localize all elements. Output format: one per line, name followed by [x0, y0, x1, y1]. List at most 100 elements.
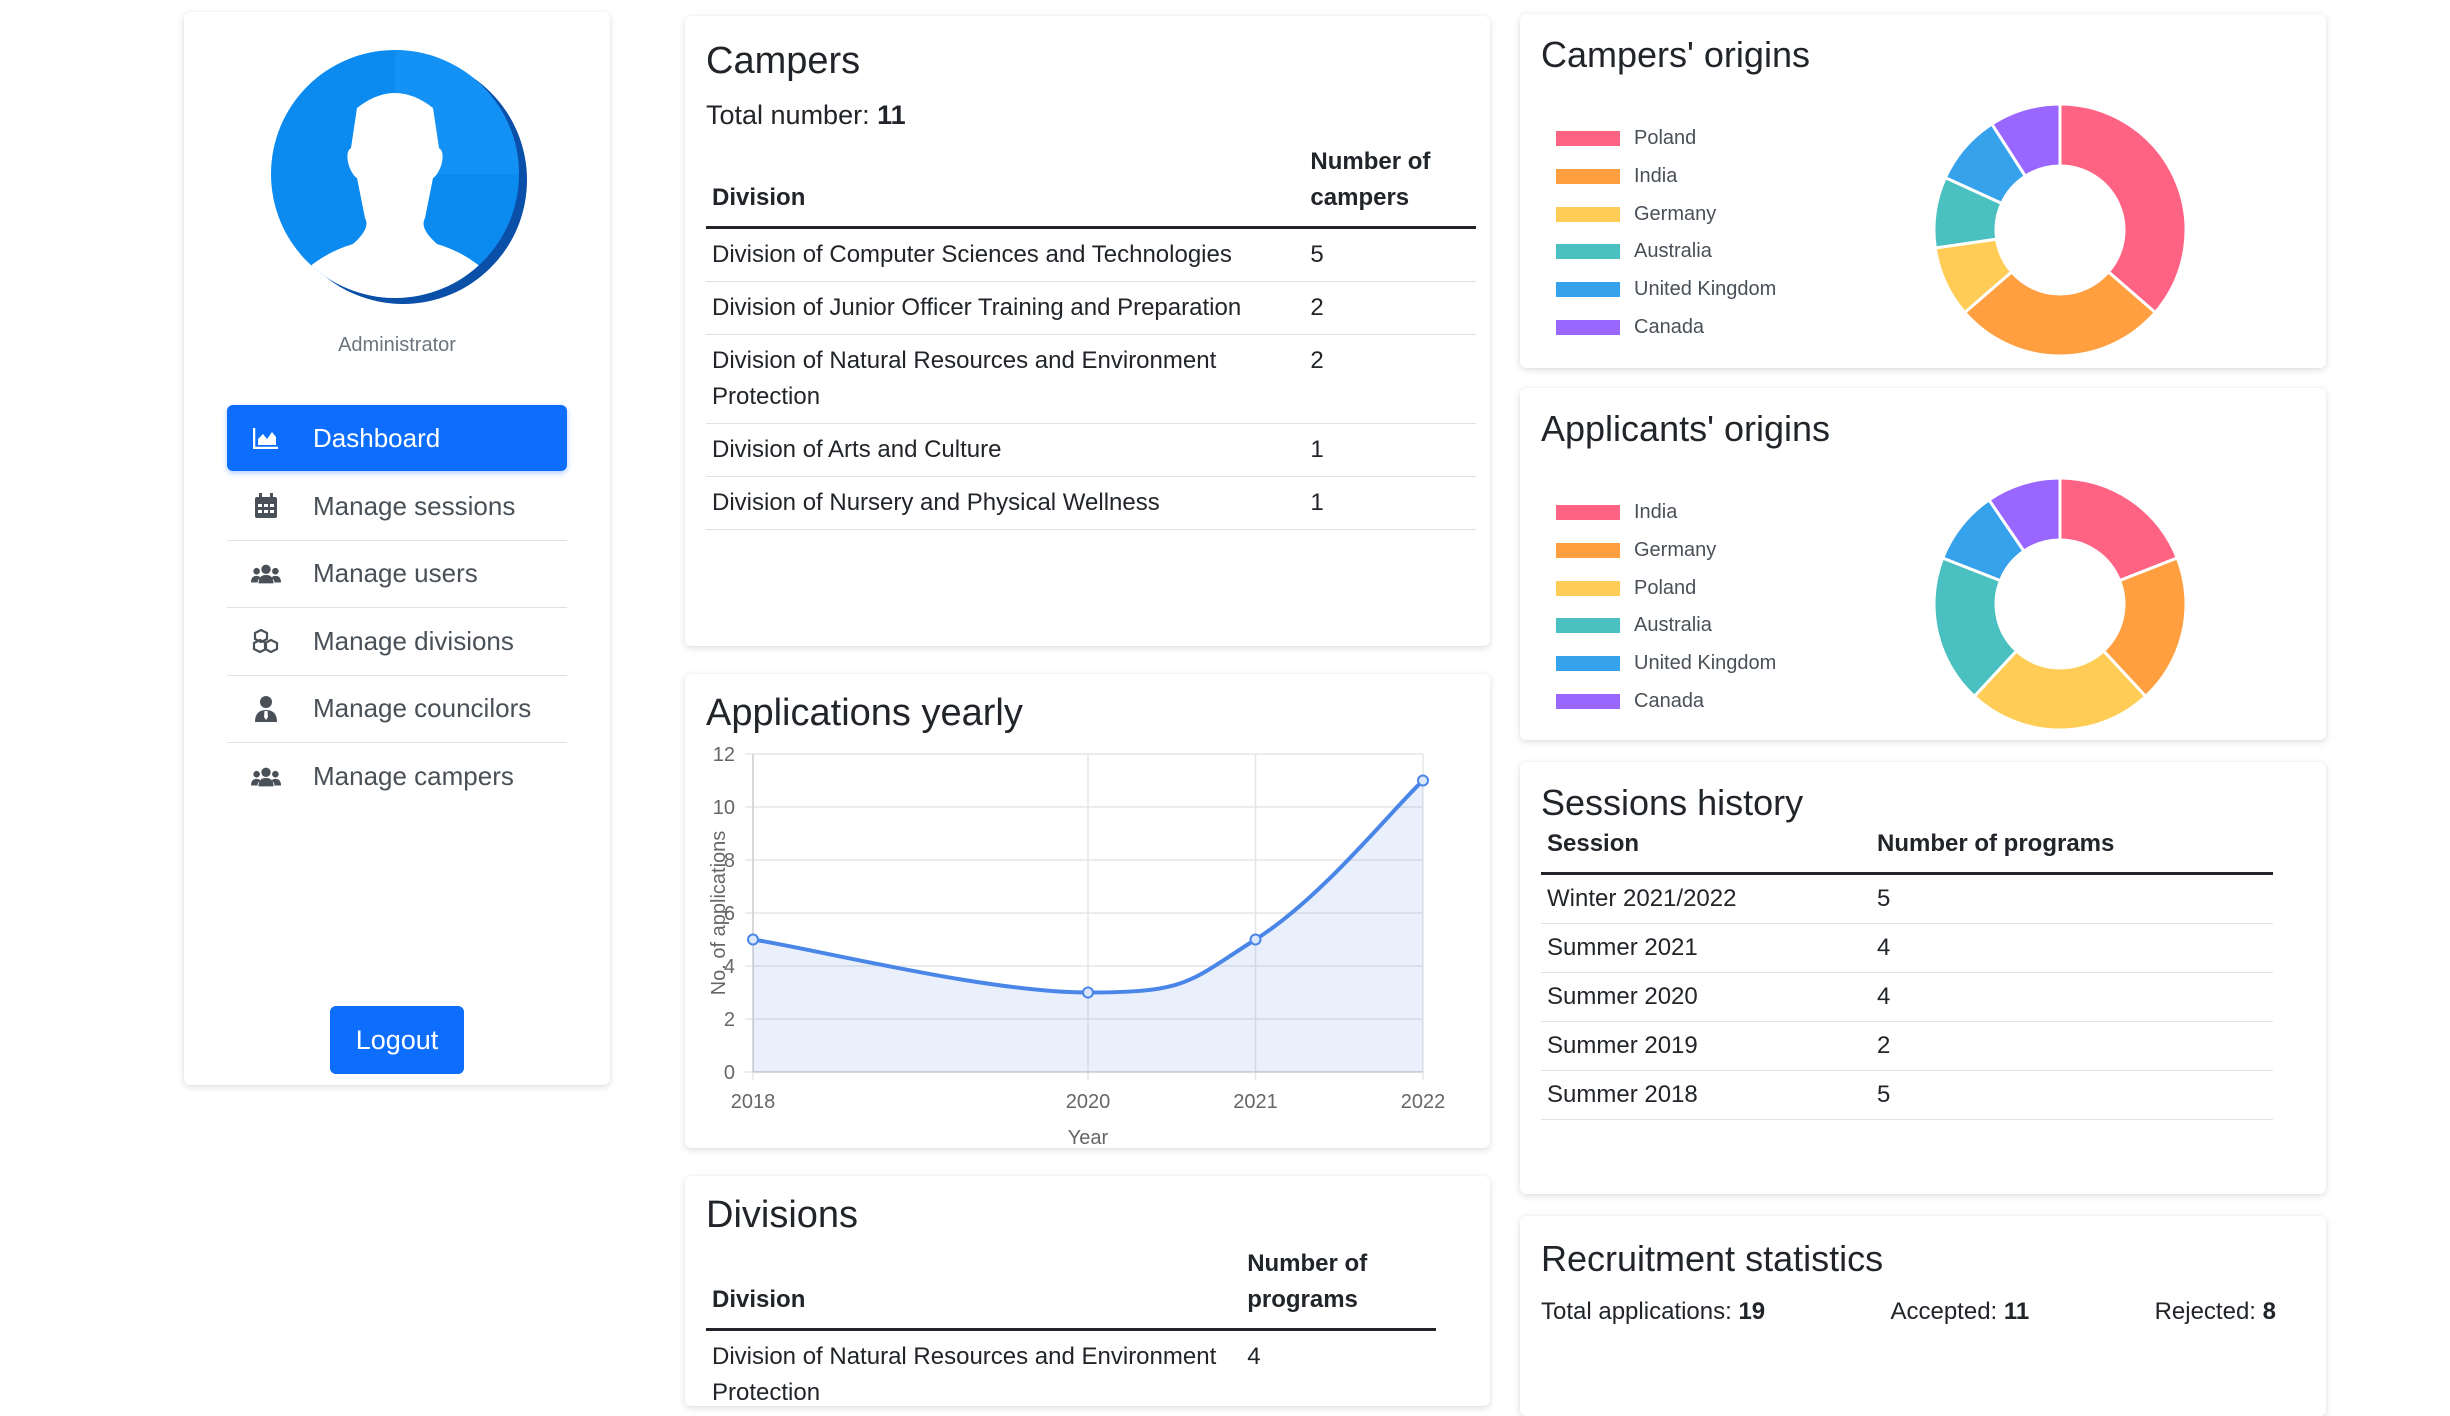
- data-point[interactable]: [747, 933, 759, 946]
- session-cell: Summer 2020: [1541, 972, 1871, 1022]
- legend-item[interactable]: Australia: [1556, 233, 1776, 271]
- sessions-history-card: Sessions history Session Number of progr…: [1520, 762, 2326, 1194]
- sidebar-item-users[interactable]: Manage users: [227, 541, 567, 608]
- total-applications-stat: Total applications: 19: [1541, 1298, 1765, 1326]
- session-cell: Winter 2021/2022: [1541, 873, 1871, 924]
- legend-label: Australia: [1634, 614, 1712, 637]
- table-header-row: Division Number of campers: [706, 144, 1476, 229]
- divisions-title: Divisions: [706, 1194, 859, 1236]
- sidebar-item-sessions[interactable]: Manage sessions: [227, 473, 567, 541]
- sidebar-item-label: Manage sessions: [313, 490, 516, 521]
- count-cell: 2: [1871, 1021, 2273, 1071]
- count-cell: 4: [1871, 923, 2273, 973]
- legend-swatch: [1556, 282, 1620, 298]
- legend-swatch: [1556, 244, 1620, 260]
- sidebar-nav: Dashboard Manage sessions Manage users M…: [227, 405, 567, 811]
- applications-line-chart: 0246810122018 2020 2021 2022YearNo. of appl…: [708, 744, 1445, 1148]
- applicants-origins-card: Applicants' origins India Germany Poland Au…: [1520, 388, 2326, 740]
- legend-swatch: [1556, 693, 1620, 709]
- x-tick-label: 2020: [1066, 1091, 1111, 1113]
- campers-total-label: Total number:: [706, 100, 870, 130]
- sidebar-item-councilors[interactable]: Manage councilors: [227, 676, 567, 743]
- table-row: Division of Junior Officer Training and …: [706, 281, 1476, 335]
- x-axis-label: Year: [1068, 1127, 1109, 1148]
- count-cell: 5: [1871, 1070, 2273, 1120]
- column-header: Number of programs: [1241, 1246, 1436, 1331]
- division-cell: Division of Nursery and Physical Wellnes…: [706, 476, 1305, 530]
- legend-label: Canada: [1634, 315, 1705, 338]
- count-cell: 2: [1304, 281, 1476, 335]
- user-role: Administrator: [338, 334, 456, 356]
- legend-item[interactable]: Poland: [1556, 120, 1776, 158]
- applicants-origins-donut: [1932, 476, 2188, 732]
- legend-item[interactable]: Poland: [1556, 569, 1776, 607]
- applicants-origins-title: Applicants' origins: [1541, 408, 1831, 449]
- x-tick-label: 2021: [1233, 1091, 1278, 1113]
- legend-item[interactable]: Australia: [1556, 607, 1776, 645]
- legend-label: United Kingdom: [1634, 652, 1777, 675]
- legend-swatch: [1556, 319, 1620, 335]
- x-tick-label: 2018: [731, 1091, 776, 1113]
- division-cell: Division of Junior Officer Training and …: [706, 281, 1305, 335]
- legend-item[interactable]: United Kingdom: [1556, 645, 1776, 683]
- sidebar-item-label: Manage campers: [313, 761, 514, 792]
- table-header-row: Session Number of programs: [1541, 826, 2273, 875]
- table-row: Summer 2021 4: [1541, 923, 2273, 973]
- rejected-stat: Rejected: 8: [2155, 1298, 2276, 1326]
- campers-origins-title: Campers' origins: [1541, 34, 1810, 75]
- legend-label: Canada: [1634, 689, 1705, 712]
- stat-label: Accepted:: [1890, 1298, 1998, 1325]
- column-header: Number of programs: [1871, 826, 2273, 875]
- divisions-table: Division Number of programs Division of …: [706, 1246, 1436, 1406]
- logout-button[interactable]: Logout: [330, 1006, 464, 1074]
- user-tie-icon: [251, 694, 281, 724]
- cubes-icon: [251, 626, 281, 656]
- campers-card: Campers Total number: 11 Division Number…: [685, 16, 1490, 646]
- table-row: Summer 2018 5: [1541, 1070, 2273, 1120]
- pie-slice[interactable]: [2058, 102, 2188, 315]
- count-cell: 4: [1241, 1329, 1436, 1406]
- division-cell: Division of Natural Resources and Enviro…: [706, 1329, 1242, 1406]
- legend-swatch: [1556, 543, 1620, 559]
- y-tick-label: 0: [724, 1062, 735, 1084]
- stat-value: 8: [2262, 1298, 2276, 1325]
- legend-item[interactable]: India: [1556, 494, 1776, 532]
- count-cell: 1: [1304, 476, 1476, 530]
- sidebar-item-divisions[interactable]: Manage divisions: [227, 608, 567, 676]
- campers-origins-donut: [1932, 102, 2188, 358]
- column-header: Session: [1541, 826, 1871, 875]
- chart-legend: Poland India Germany Australia United Kingdo…: [1556, 120, 1776, 346]
- data-point[interactable]: [1417, 774, 1429, 787]
- division-cell: Division of Arts and Culture: [706, 423, 1305, 477]
- legend-label: Poland: [1634, 127, 1697, 150]
- campers-total-value: 11: [877, 100, 906, 130]
- legend-item[interactable]: India: [1556, 158, 1776, 196]
- y-axis-label: No. of applications: [708, 831, 730, 996]
- sidebar-item-label: Manage councilors: [313, 693, 532, 724]
- legend-item[interactable]: Canada: [1556, 308, 1776, 346]
- table-row: Division of Natural Resources and Enviro…: [706, 1329, 1436, 1406]
- stat-label: Total applications:: [1541, 1298, 1732, 1325]
- data-point[interactable]: [1249, 933, 1262, 946]
- legend-swatch: [1556, 656, 1620, 672]
- sidebar-item-campers[interactable]: Manage campers: [227, 743, 567, 811]
- session-cell: Summer 2021: [1541, 923, 1871, 973]
- recruitment-title: Recruitment statistics: [1541, 1238, 1884, 1279]
- legend-item[interactable]: Canada: [1556, 682, 1776, 720]
- stat-value: 19: [1738, 1298, 1766, 1325]
- table-row: Division of Natural Resources and Enviro…: [706, 334, 1476, 424]
- division-cell: Division of Computer Sciences and Techno…: [706, 227, 1305, 282]
- legend-label: Australia: [1634, 240, 1712, 263]
- sidebar-item-label: Manage divisions: [313, 625, 514, 656]
- applications-card: Applications yearly 0 2 4 6 8 10 12 2018 2020 202…: [685, 674, 1490, 1148]
- legend-swatch: [1556, 169, 1620, 185]
- sidebar: Administrator Dashboard Manage sessions …: [184, 12, 610, 1085]
- data-point[interactable]: [1082, 986, 1094, 999]
- legend-label: Poland: [1634, 576, 1697, 599]
- legend-item[interactable]: Germany: [1556, 532, 1776, 570]
- legend-swatch: [1556, 505, 1620, 521]
- sidebar-item-dashboard[interactable]: Dashboard: [227, 405, 567, 471]
- table-header-row: Division Number of programs: [706, 1246, 1436, 1331]
- legend-item[interactable]: United Kingdom: [1556, 271, 1776, 309]
- legend-item[interactable]: Germany: [1556, 195, 1776, 233]
